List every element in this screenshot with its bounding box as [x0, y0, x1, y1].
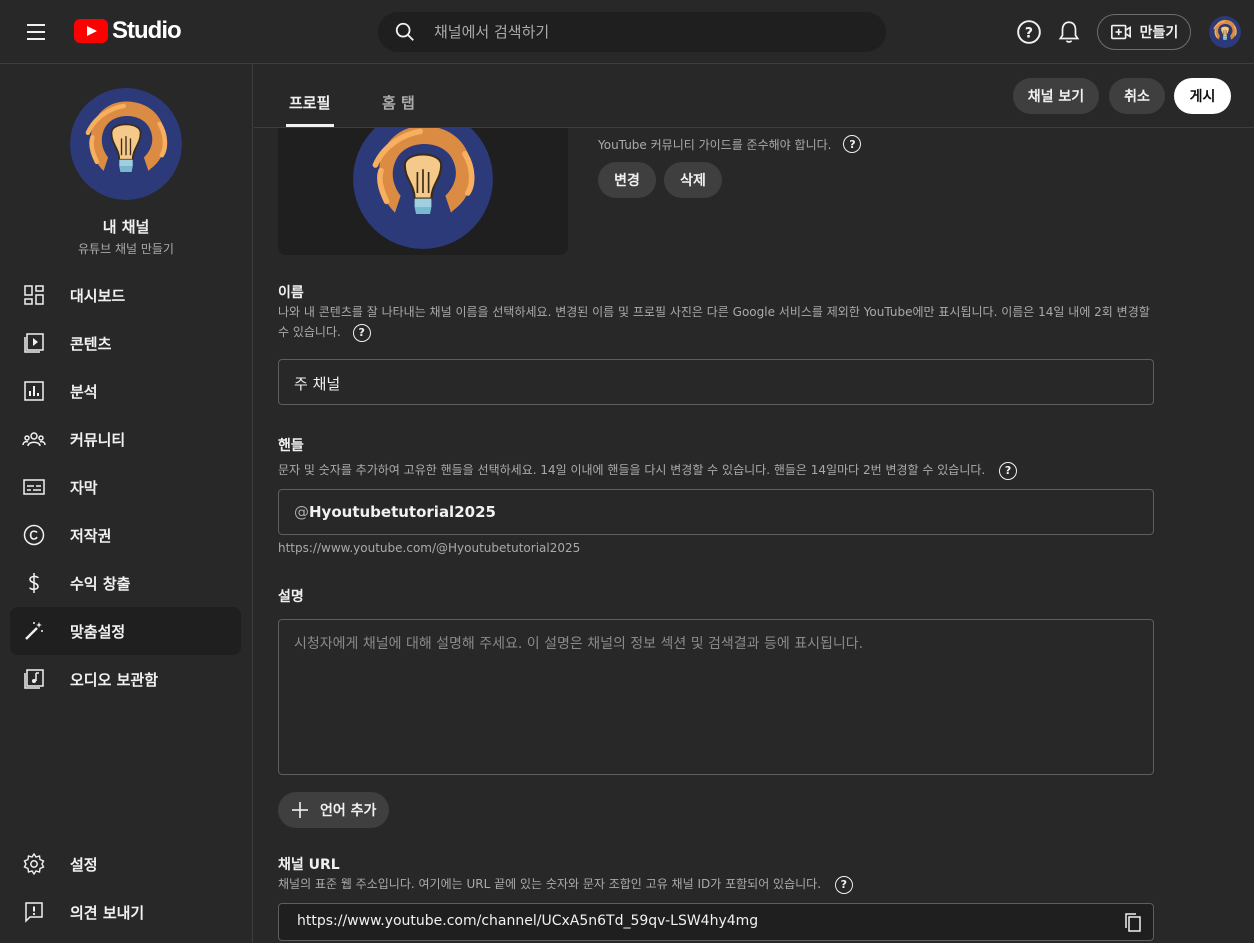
handle-field[interactable]: @Hyoutubetutorial2025	[278, 489, 1154, 535]
settings-icon	[23, 852, 45, 876]
nav-label: 오디오 보관함	[70, 670, 159, 689]
tab-profile[interactable]: 프로필	[289, 92, 330, 113]
channel-url-value: https://www.youtube.com/channel/UCxA5n6T…	[297, 913, 759, 929]
account-avatar[interactable]	[1209, 16, 1241, 48]
avatar-image	[1209, 16, 1241, 48]
avatar-image	[70, 88, 182, 200]
photo-guideline: YouTube 커뮤니티 가이드를 준수해야 합니다. ?	[598, 135, 862, 153]
channel-url-title: 채널 URL	[278, 857, 340, 873]
channel-url-field: https://www.youtube.com/channel/UCxA5n6T…	[278, 903, 1154, 941]
avatar-image	[353, 116, 493, 249]
menu-icon[interactable]	[16, 16, 56, 48]
nav-label: 콘텐츠	[70, 334, 112, 353]
sidebar: 내 채널 유튜브 채널 만들기 대시보드 콘텐츠 분석 커뮤니티 자막 저작권 …	[0, 64, 253, 943]
nav-label: 저작권	[70, 526, 112, 545]
create-video-icon	[1110, 24, 1131, 40]
nav-copyright[interactable]: 저작권	[10, 511, 241, 559]
help-icon[interactable]: ?	[1016, 19, 1042, 45]
nav-label: 맞춤설정	[70, 622, 126, 641]
nav-audio-library[interactable]: 오디오 보관함	[10, 655, 241, 703]
content-icon	[24, 333, 44, 353]
nav-settings[interactable]: 설정	[10, 840, 241, 888]
channel-subtitle: 유튜브 채널 만들기	[78, 242, 174, 256]
description-title: 설명	[278, 589, 304, 605]
create-label: 만들기	[1139, 25, 1179, 41]
search-input[interactable]	[434, 23, 854, 41]
feedback-icon	[25, 902, 43, 923]
profile-photo-preview	[278, 116, 568, 255]
nav-community[interactable]: 커뮤니티	[10, 415, 241, 463]
handle-url: https://www.youtube.com/@Hyoutubetutoria…	[278, 541, 581, 555]
cancel-button[interactable]: 취소	[1109, 78, 1165, 114]
nav-monetization[interactable]: 수익 창출	[10, 559, 241, 607]
nav-label: 의견 보내기	[70, 903, 145, 922]
handle-description: 문자 및 숫자를 추가하여 고유한 핸들을 선택하세요. 14일 이내에 핸들을…	[278, 460, 1158, 480]
help-icon[interactable]: ?	[834, 875, 853, 894]
nav-dashboard[interactable]: 대시보드	[10, 271, 241, 319]
change-photo-button[interactable]: 변경	[598, 162, 656, 198]
nav-label: 설정	[70, 855, 98, 874]
help-icon[interactable]: ?	[352, 323, 371, 342]
monetization-icon	[29, 573, 39, 593]
nav-label: 대시보드	[70, 286, 126, 305]
name-description-text: 나와 내 콘텐츠를 잘 나타내는 채널 이름을 선택하세요. 변경된 이름 및 …	[278, 305, 1150, 339]
nav-subtitles[interactable]: 자막	[10, 463, 241, 511]
nav-content[interactable]: 콘텐츠	[10, 319, 241, 367]
logo-text: Studio	[112, 17, 182, 44]
publish-button[interactable]: 게시	[1174, 78, 1231, 114]
studio-logo[interactable]: Studio	[74, 17, 182, 45]
name-input[interactable]: 주 채널	[294, 373, 340, 394]
active-tab-indicator	[286, 124, 334, 127]
plus-icon	[292, 802, 308, 818]
guideline-text: YouTube 커뮤니티 가이드를 준수해야 합니다.	[598, 137, 832, 152]
customization-icon	[25, 622, 43, 640]
top-bar: Studio ? 만들기	[0, 0, 1254, 64]
channel-url-description: 채널의 표준 웹 주소입니다. 여기에는 URL 끝에 있는 숫자와 문자 조합…	[278, 874, 1158, 894]
add-language-button[interactable]: 언어 추가	[278, 792, 389, 828]
main-content: 프로필 홈 탭 채널 보기 취소 게시 YouTube 커뮤니티 가이드를 준수…	[254, 64, 1254, 943]
add-language-label: 언어 추가	[320, 803, 377, 819]
handle-title: 핸들	[278, 438, 304, 454]
nav-label: 수익 창출	[70, 574, 131, 593]
nav-label: 분석	[70, 382, 98, 401]
tab-bar: 프로필 홈 탭 채널 보기 취소 게시	[254, 64, 1254, 128]
description-placeholder[interactable]: 시청자에게 채널에 대해 설명해 주세요. 이 설명은 채널의 정보 섹션 및 …	[294, 633, 863, 653]
copyright-icon	[23, 524, 45, 546]
handle-description-text: 문자 및 숫자를 추가하여 고유한 핸들을 선택하세요. 14일 이내에 핸들을…	[278, 463, 986, 477]
delete-photo-button[interactable]: 삭제	[664, 162, 722, 198]
view-channel-button[interactable]: 채널 보기	[1013, 78, 1099, 114]
nav-feedback[interactable]: 의견 보내기	[10, 888, 241, 936]
audio-library-icon	[24, 669, 44, 689]
dashboard-icon	[24, 285, 44, 305]
name-field[interactable]: 주 채널	[278, 359, 1154, 405]
search-icon	[395, 22, 414, 41]
search-bar[interactable]	[378, 12, 886, 52]
tab-home[interactable]: 홈 탭	[382, 92, 415, 113]
subtitles-icon	[23, 479, 45, 495]
name-title: 이름	[278, 285, 304, 301]
description-field[interactable]: 시청자에게 채널에 대해 설명해 주세요. 이 설명은 채널의 정보 섹션 및 …	[278, 619, 1154, 775]
channel-url-description-text: 채널의 표준 웹 주소입니다. 여기에는 URL 끝에 있는 숫자와 문자 조합…	[278, 877, 822, 891]
channel-avatar[interactable]	[70, 88, 182, 200]
copy-icon[interactable]	[1123, 912, 1143, 934]
nav-analytics[interactable]: 분석	[10, 367, 241, 415]
nav-label: 자막	[70, 478, 98, 497]
nav-label: 커뮤니티	[70, 430, 126, 449]
analytics-icon	[24, 381, 44, 401]
handle-input[interactable]: @Hyoutubetutorial2025	[294, 503, 496, 521]
help-icon[interactable]: ?	[843, 135, 862, 153]
help-icon[interactable]: ?	[999, 461, 1018, 480]
profile-photo	[353, 116, 493, 249]
notifications-icon[interactable]	[1056, 19, 1082, 45]
handle-value: Hyoutubetutorial2025	[309, 503, 496, 521]
svg-text:?: ?	[1025, 25, 1033, 41]
community-icon	[22, 432, 46, 447]
handle-prefix: @	[294, 503, 309, 521]
youtube-play-icon	[74, 19, 108, 43]
create-button[interactable]: 만들기	[1097, 14, 1191, 50]
nav-customization[interactable]: 맞춤설정	[10, 607, 241, 655]
name-description: 나와 내 콘텐츠를 잘 나타내는 채널 이름을 선택하세요. 변경된 이름 및 …	[278, 302, 1158, 342]
channel-name: 내 채널	[102, 218, 150, 236]
